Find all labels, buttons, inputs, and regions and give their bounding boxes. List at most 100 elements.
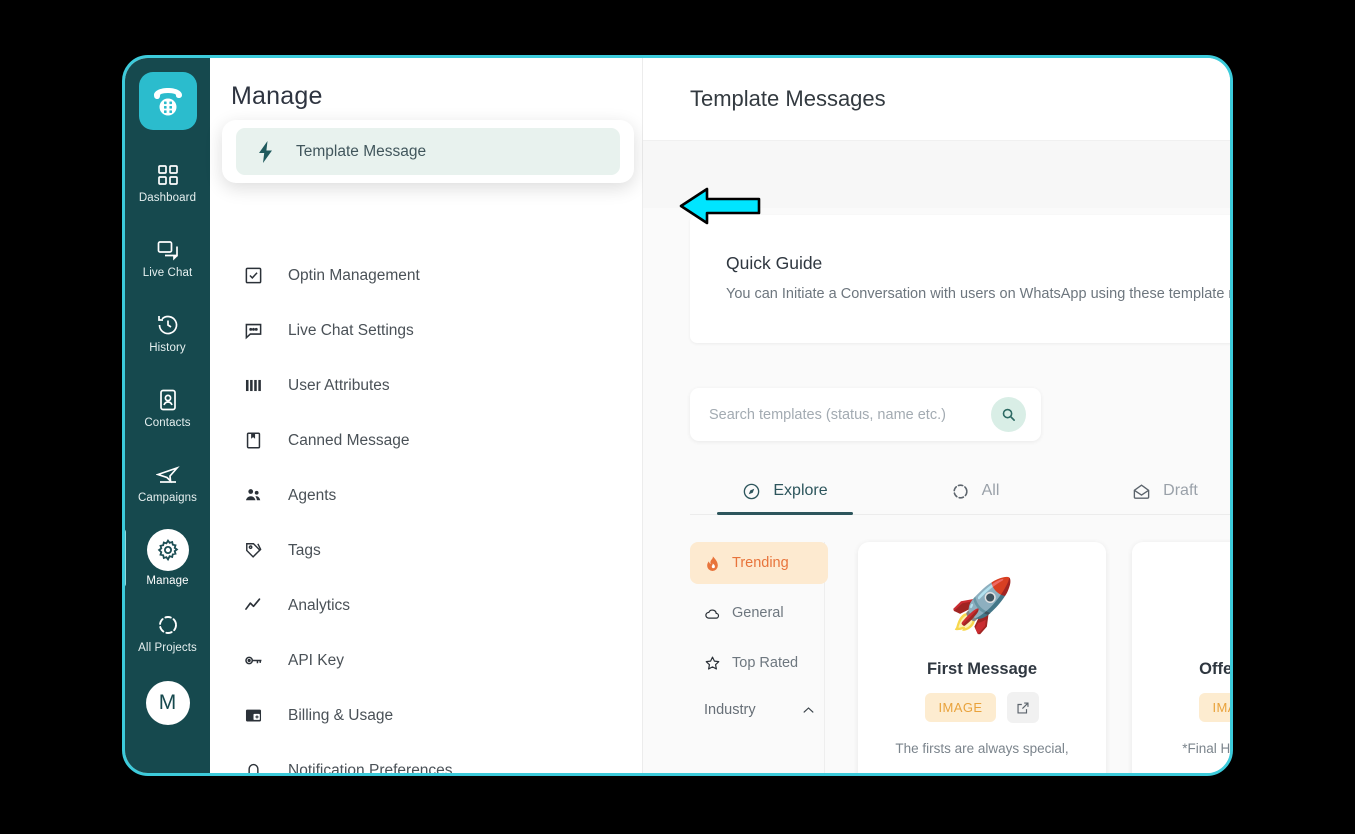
chat-bubble-icon xyxy=(242,321,264,340)
menu-item-label: Optin Management xyxy=(288,266,420,284)
tab-draft[interactable]: Draft xyxy=(1070,468,1230,514)
menu-item-live-chat-settings[interactable]: Live Chat Settings xyxy=(210,303,642,358)
main-content-panel: Template Messages Quick Guide You can In… xyxy=(643,58,1230,773)
menu-item-agents[interactable]: Agents xyxy=(210,468,642,523)
quick-guide-title: Quick Guide xyxy=(726,253,823,273)
rail-item-contacts[interactable]: Contacts xyxy=(125,371,210,446)
open-template-button[interactable] xyxy=(1007,692,1040,723)
menu-item-label: Template Message xyxy=(296,142,427,160)
tab-all[interactable]: All xyxy=(880,468,1070,514)
manage-menu-list: Optin Management Live Chat Settings User… xyxy=(210,248,642,776)
menu-item-label: Canned Message xyxy=(288,431,410,449)
rail-item-dashboard[interactable]: Dashboard xyxy=(125,146,210,221)
category-group-industry[interactable]: Industry xyxy=(690,692,830,728)
rail-item-label: All Projects xyxy=(138,642,197,655)
alarm-clock-icon: ⏰ xyxy=(1214,564,1230,648)
rail-item-label: Campaigns xyxy=(137,492,198,505)
page-title: Manage xyxy=(231,82,323,110)
menu-item-notification-preferences[interactable]: Notification Preferences xyxy=(210,743,642,776)
category-general[interactable]: General xyxy=(690,592,828,634)
category-label: General xyxy=(732,605,784,621)
status-badge: IMAGE xyxy=(1198,693,1230,722)
main-title: Template Messages xyxy=(690,86,886,111)
chevron-up-icon xyxy=(803,706,814,713)
explore-content: Trending General Top Rated Industry 🚀 Fi… xyxy=(643,542,1230,773)
menu-item-billing-usage[interactable]: Billing & Usage xyxy=(210,688,642,743)
external-link-icon xyxy=(1017,701,1029,714)
category-label: Top Rated xyxy=(732,655,799,671)
template-card-title: First Message xyxy=(926,660,1038,678)
template-tabs: Explore All Draft xyxy=(690,468,1230,515)
main-header: Template Messages xyxy=(643,58,1230,141)
cloud-icon xyxy=(705,608,720,619)
template-card-actions: IMAGE xyxy=(924,692,1040,723)
bars-icon xyxy=(242,376,264,395)
bookmark-book-icon xyxy=(242,431,264,450)
lightning-bolt-icon xyxy=(256,140,276,163)
tab-label: All xyxy=(981,482,1000,499)
primary-nav-rail: Dashboard Live Chat History Contacts Cam… xyxy=(125,58,210,773)
rocket-icon: 🚀 xyxy=(949,577,1015,635)
template-card-actions: IMAGE xyxy=(1198,692,1230,723)
template-card[interactable]: 🚀 First Message IMAGE The firsts are alw… xyxy=(858,542,1106,773)
tab-label: Explore xyxy=(773,482,828,499)
rail-item-manage[interactable]: Manage xyxy=(125,521,210,596)
rail-item-label: History xyxy=(149,342,186,355)
rail-item-label: Live Chat xyxy=(142,267,193,280)
menu-item-canned-message[interactable]: Canned Message xyxy=(210,413,642,468)
template-card[interactable]: ⏰ Offer Message IMAGE *Final Hours to Go… xyxy=(1132,542,1230,773)
paper-plane-icon xyxy=(155,462,181,488)
rail-item-history[interactable]: History xyxy=(125,296,210,371)
menu-item-user-attributes[interactable]: User Attributes xyxy=(210,358,642,413)
status-badge: IMAGE xyxy=(924,693,997,722)
rail-item-all-projects[interactable]: All Projects xyxy=(125,596,210,671)
search-bar[interactable] xyxy=(690,388,1041,441)
rail-item-campaigns[interactable]: Campaigns xyxy=(125,446,210,521)
circle-dashed-icon xyxy=(155,612,181,638)
tab-label: Draft xyxy=(1163,482,1198,499)
template-card-grid: 🚀 First Message IMAGE The firsts are alw… xyxy=(825,542,1230,773)
chat-window-icon xyxy=(155,237,181,263)
avatar[interactable]: M xyxy=(145,681,190,725)
circle-dashed-icon xyxy=(952,483,968,499)
key-icon xyxy=(242,651,264,670)
billing-card-icon xyxy=(242,706,264,725)
menu-item-optin-management[interactable]: Optin Management xyxy=(210,248,642,303)
category-list: Trending General Top Rated Industry xyxy=(643,542,828,773)
search-button[interactable] xyxy=(991,397,1026,432)
menu-item-label: User Attributes xyxy=(288,376,390,394)
template-card-description: The firsts are always special, xyxy=(895,741,1069,756)
menu-item-template-message-pill[interactable]: Template Message xyxy=(236,128,620,175)
gear-icon xyxy=(146,529,189,572)
menu-item-tags[interactable]: Tags xyxy=(210,523,642,578)
search-icon xyxy=(1002,408,1015,421)
menu-item-api-key[interactable]: API Key xyxy=(210,633,642,688)
rail-item-label: Dashboard xyxy=(138,192,197,205)
menu-item-template-message[interactable]: Template Message xyxy=(222,120,634,183)
line-chart-icon xyxy=(242,596,264,615)
category-trending[interactable]: Trending xyxy=(690,542,828,584)
app-window: Dashboard Live Chat History Contacts Cam… xyxy=(122,55,1233,776)
people-icon xyxy=(242,486,264,505)
category-top-rated[interactable]: Top Rated xyxy=(690,642,828,684)
tag-icon xyxy=(242,541,264,560)
star-icon xyxy=(705,656,720,670)
rail-item-label: Manage xyxy=(146,575,189,588)
search-input[interactable] xyxy=(709,406,981,423)
app-logo[interactable] xyxy=(138,72,197,130)
menu-item-label: API Key xyxy=(288,651,344,669)
clock-back-icon xyxy=(155,312,181,338)
rail-item-live-chat[interactable]: Live Chat xyxy=(125,221,210,296)
quick-guide-card: Quick Guide You can Initiate a Conversat… xyxy=(690,215,1230,343)
menu-item-label: Notification Preferences xyxy=(288,761,453,776)
menu-item-label: Tags xyxy=(288,541,321,559)
rail-item-label: Contacts xyxy=(144,417,191,430)
envelope-open-icon xyxy=(1133,483,1150,499)
menu-item-label: Billing & Usage xyxy=(288,706,394,724)
tab-explore[interactable]: Explore xyxy=(690,468,880,515)
left-arrow-annotation xyxy=(679,187,761,225)
menu-item-analytics[interactable]: Analytics xyxy=(210,578,642,633)
checkbox-icon xyxy=(242,266,264,285)
bell-icon xyxy=(242,761,264,773)
manage-menu-panel: Manage Template Message Optin Management xyxy=(210,58,643,773)
